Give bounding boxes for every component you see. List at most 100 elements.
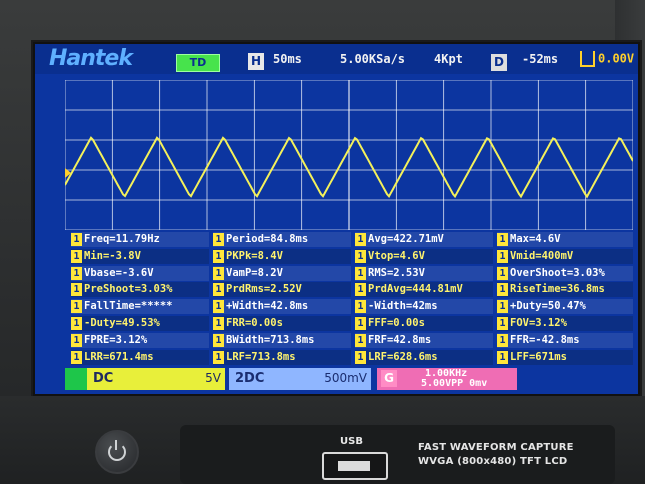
delay-value: -52ms bbox=[522, 52, 559, 66]
generator-settings[interactable]: G 1.00KHz 5.00VPP 0mv bbox=[377, 368, 517, 390]
ch1-settings[interactable]: DC 5V bbox=[65, 368, 225, 390]
measurement-item: 1 Min=-3.8V bbox=[71, 248, 209, 264]
ch1-coupling: DC bbox=[93, 371, 114, 386]
measurement-item: 1 BWidth=713.8ms bbox=[213, 332, 351, 348]
measurement-value: Vmid=400mV bbox=[510, 249, 574, 262]
trigger-level: 0.00V bbox=[598, 51, 635, 66]
measurement-table: 1 Freq=11.79Hz 1 Min=-3.8V 1 Vbase=-3.6V 1 PreS… bbox=[65, 230, 635, 368]
memory-depth: 4Kpt bbox=[434, 52, 463, 66]
measurement-value: FRF=42.8ms bbox=[368, 333, 432, 346]
sample-rate: 5.00KSa/s bbox=[340, 52, 406, 66]
measurement-value: LFF=671ms bbox=[510, 350, 567, 363]
measurement-item: 1 Vtop=4.6V bbox=[355, 248, 493, 264]
usb-panel bbox=[180, 425, 615, 484]
channel-1-source-icon: 1 bbox=[497, 233, 508, 246]
channel-1-source-icon: 1 bbox=[213, 249, 224, 263]
power-button[interactable] bbox=[95, 430, 139, 474]
measurement-item: 1 Vbase=-3.6V bbox=[71, 265, 209, 281]
ch2-label: 2DC bbox=[235, 371, 265, 386]
measurement-item: 1 FallTime=***** bbox=[71, 299, 209, 315]
measurement-item: 1 PKPk=8.4V bbox=[213, 248, 351, 264]
measurement-item: 1 RiseTime=36.8ms bbox=[497, 282, 633, 298]
channel-1-source-icon: 1 bbox=[355, 233, 366, 246]
channel-1-source-icon: 1 bbox=[71, 249, 82, 263]
measurement-item: 1 +Width=42.8ms bbox=[213, 299, 351, 315]
measurement-item: 1 FRF=42.8ms bbox=[355, 332, 493, 348]
channel-1-source-icon: 1 bbox=[355, 249, 366, 263]
measurement-item: 1 FFF=0.00s bbox=[355, 316, 493, 331]
channel-1-source-icon: 1 bbox=[355, 266, 366, 280]
usb-port[interactable] bbox=[322, 452, 388, 480]
measurement-value: Freq=11.79Hz bbox=[84, 233, 160, 245]
measurement-item: 1 FFR=-42.8ms bbox=[497, 332, 633, 348]
measurement-value: PrdRms=2.52V bbox=[226, 283, 302, 296]
measurement-value: FallTime=***** bbox=[84, 300, 173, 313]
channel-1-source-icon: 1 bbox=[71, 283, 82, 297]
measurement-value: +Width=42.8ms bbox=[226, 300, 309, 313]
channel-1-source-icon: 1 bbox=[497, 333, 508, 347]
measurement-item: 1 Period=84.8ms bbox=[213, 232, 351, 247]
measurement-item: 1 Max=4.6V bbox=[497, 232, 633, 247]
channel-1-source-icon: 1 bbox=[71, 233, 82, 246]
measurement-item: 1 FRR=0.00s bbox=[213, 316, 351, 331]
ch2-scale: 500mV bbox=[324, 371, 367, 385]
channel-1-source-icon: 1 bbox=[71, 350, 82, 364]
measurement-item: 1 LFF=671ms bbox=[497, 349, 633, 365]
channel-1-source-icon: 1 bbox=[355, 350, 366, 364]
measurement-item: 1 PrdAvg=444.81mV bbox=[355, 282, 493, 298]
measurement-value: -Duty=49.53% bbox=[84, 317, 160, 329]
ch1-color-swatch bbox=[65, 368, 87, 390]
generator-icon: G bbox=[381, 370, 397, 387]
measurement-item: 1 PrdRms=2.52V bbox=[213, 282, 351, 298]
channel-1-source-icon: 1 bbox=[355, 283, 366, 297]
measurement-value: FFR=-42.8ms bbox=[510, 333, 580, 346]
measurement-item: 1 -Width=42ms bbox=[355, 299, 493, 315]
measurement-value: FRR=0.00s bbox=[226, 317, 283, 329]
brand-logo: Hantek bbox=[49, 46, 133, 71]
trigger-status: 0.00V bbox=[580, 51, 638, 71]
panel-caption-1: FAST WAVEFORM CAPTURE bbox=[418, 442, 574, 453]
acquisition-mode-badge: TD bbox=[176, 54, 220, 72]
waveform-graticule bbox=[65, 80, 633, 230]
measurement-item: 1 Vmid=400mV bbox=[497, 248, 633, 264]
measurement-value: Avg=422.71mV bbox=[368, 233, 444, 245]
status-bar: Hantek TD H 50ms 5.00KSa/s 4Kpt D -52ms … bbox=[35, 44, 638, 74]
trigger-edge-icon bbox=[580, 51, 595, 67]
measurement-value: Period=84.8ms bbox=[226, 233, 309, 245]
measurement-value: PKPk=8.4V bbox=[226, 249, 283, 262]
measurement-item: 1 VamP=8.2V bbox=[213, 265, 351, 281]
generator-amplitude: 5.00VPP 0mv bbox=[421, 378, 488, 389]
measurement-item: 1 PreShoot=3.03% bbox=[71, 282, 209, 298]
channel-1-source-icon: 1 bbox=[71, 266, 82, 280]
channel-1-source-icon: 1 bbox=[213, 317, 224, 330]
measurement-item: 1 FPRE=3.12% bbox=[71, 332, 209, 348]
usb-slot bbox=[338, 461, 370, 471]
channel-1-source-icon: 1 bbox=[497, 350, 508, 364]
channel-1-source-icon: 1 bbox=[355, 333, 366, 347]
ch2-settings[interactable]: 2DC 500mV bbox=[229, 368, 371, 390]
measurement-item: 1 Freq=11.79Hz bbox=[71, 232, 209, 247]
measurement-value: Vbase=-3.6V bbox=[84, 266, 154, 279]
panel-caption-2: WVGA (800x480) TFT LCD bbox=[418, 456, 568, 467]
ch1-scale: 5V bbox=[205, 371, 221, 385]
measurement-value: PreShoot=3.03% bbox=[84, 283, 173, 296]
channel-1-source-icon: 1 bbox=[71, 333, 82, 347]
timebase-value: 50ms bbox=[273, 52, 302, 66]
measurement-item: 1 OverShoot=3.03% bbox=[497, 265, 633, 281]
measurement-value: FFF=0.00s bbox=[368, 317, 425, 329]
channel-1-source-icon: 1 bbox=[355, 317, 366, 330]
measurement-value: FPRE=3.12% bbox=[84, 333, 148, 346]
measurement-value: +Duty=50.47% bbox=[510, 300, 586, 313]
measurement-item: 1 LRF=713.8ms bbox=[213, 349, 351, 365]
measurement-value: LRR=671.4ms bbox=[84, 350, 154, 363]
measurement-value: Max=4.6V bbox=[510, 233, 561, 245]
measurement-item: 1 Avg=422.71mV bbox=[355, 232, 493, 247]
channel-1-source-icon: 1 bbox=[497, 249, 508, 263]
measurement-value: BWidth=713.8ms bbox=[226, 333, 315, 346]
measurement-value: OverShoot=3.03% bbox=[510, 266, 605, 279]
channel-1-source-icon: 1 bbox=[497, 266, 508, 280]
measurement-item: 1 -Duty=49.53% bbox=[71, 316, 209, 331]
measurement-item: 1 RMS=2.53V bbox=[355, 265, 493, 281]
measurement-value: LRF=713.8ms bbox=[226, 350, 296, 363]
channel-1-source-icon: 1 bbox=[355, 300, 366, 314]
